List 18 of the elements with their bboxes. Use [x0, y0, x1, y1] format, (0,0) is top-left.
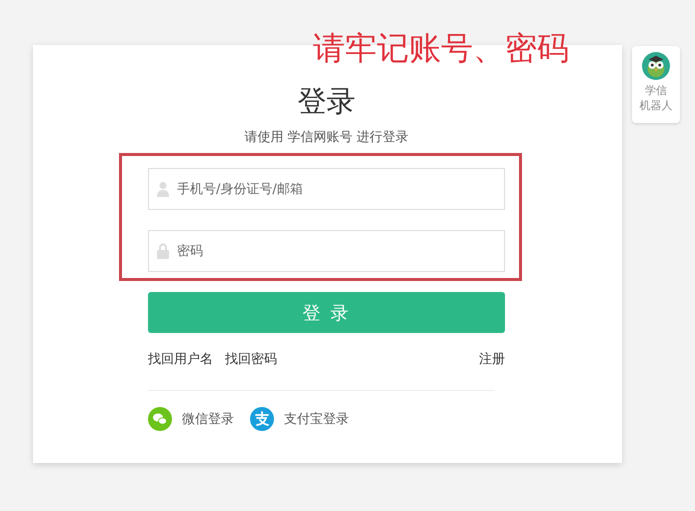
register-link[interactable]: 注册 — [479, 350, 505, 368]
login-title: 登录 — [296, 83, 356, 119]
payment-icon[interactable] — [250, 407, 274, 431]
lock-icon — [157, 243, 169, 259]
social-login-link[interactable]: 微信登录 — [182, 410, 234, 428]
owl-mascot-icon — [642, 52, 670, 80]
robot-label: 机器人 — [640, 98, 672, 113]
annotation-text: 请牢记账号、密码 — [313, 28, 569, 69]
login-subtitle: 请使用 学信网账号 进行登录 — [243, 129, 410, 146]
recover-link[interactable]: 找回密码 — [225, 350, 277, 368]
input-field[interactable]: 手机号/身份证号/邮箱 — [148, 168, 505, 210]
robot-label: 学信 — [645, 83, 667, 98]
recover-link[interactable]: 找回用户名 — [148, 350, 213, 368]
input-field[interactable]: 密码 — [148, 230, 505, 272]
social-login-link[interactable]: 支付宝登录 — [284, 410, 349, 428]
user-icon — [157, 181, 169, 197]
robot-widget[interactable]: 学信 机器人 — [632, 46, 680, 123]
chat-bubbles-icon[interactable] — [148, 407, 172, 431]
